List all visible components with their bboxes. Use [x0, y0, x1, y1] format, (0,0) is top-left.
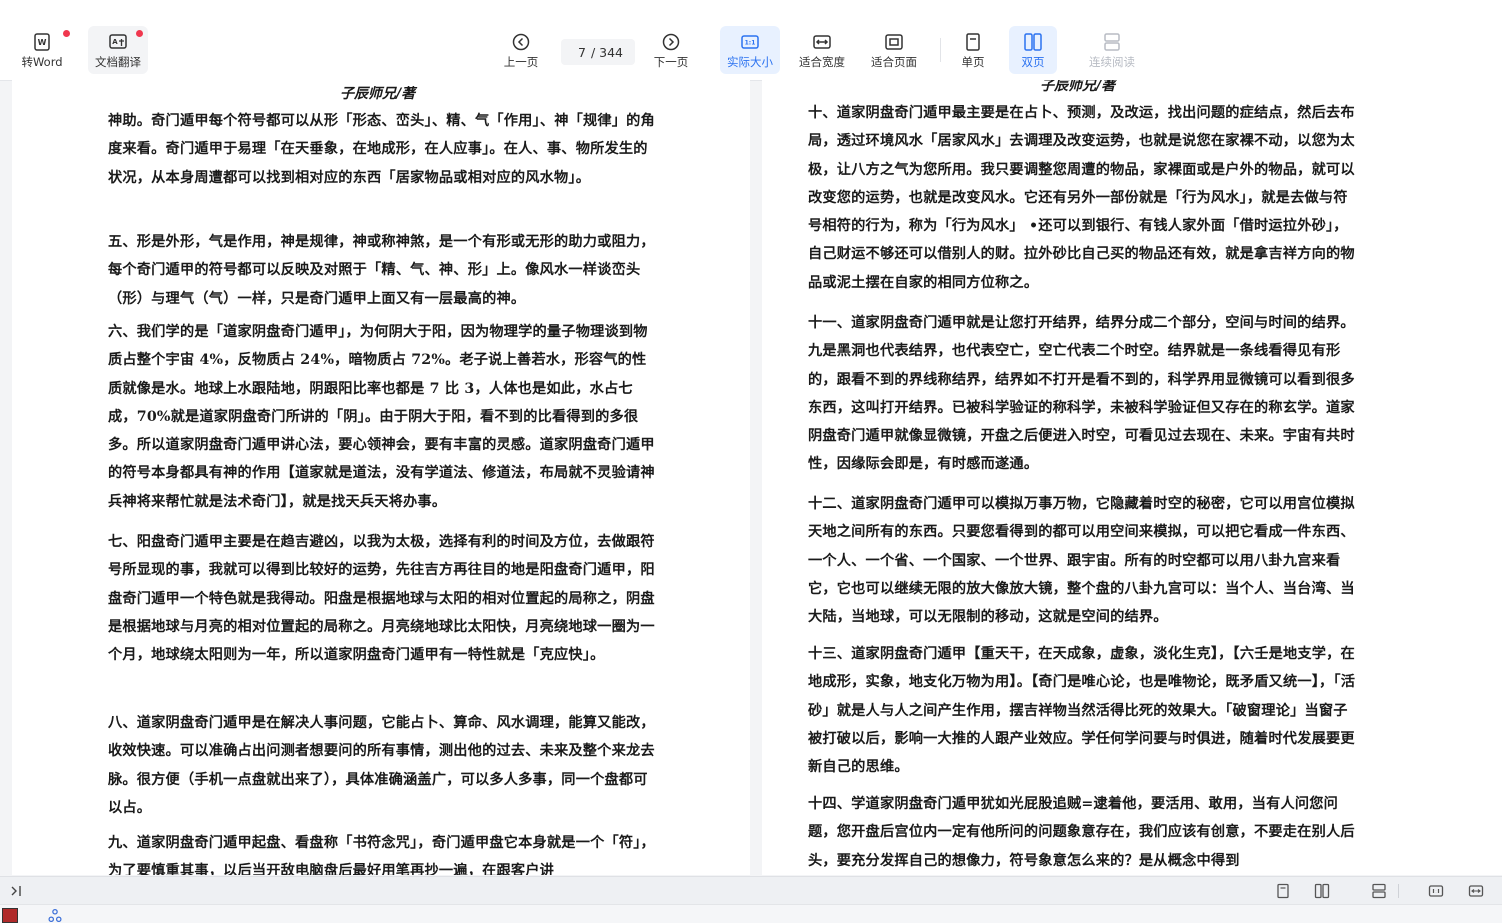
document-page-right: 子辰师兄/著 十、道家阴盘奇门遁甲最主要是在占卜、预测，及改运，找出问题的症结点…	[762, 80, 1502, 875]
single-page-button[interactable]: 单页	[950, 26, 996, 74]
app-icon[interactable]	[2, 908, 18, 923]
bottom-status-bar	[0, 876, 1502, 905]
fit-page-label: 适合页面	[871, 55, 917, 69]
continuous-reading-button[interactable]: 连续阅读	[1082, 26, 1142, 74]
double-page-button[interactable]: 双页	[1009, 26, 1057, 74]
paragraph: 十一、道家阴盘奇门遁甲就是让您打开结界，结界分成二个部分，空间与时间的结界。九是…	[808, 315, 1355, 473]
paragraph: 八、道家阴盘奇门遁甲是在解决人事问题，它能占卜、算命、风水调理，能算又能改，收效…	[108, 715, 655, 816]
document-page-left: 子辰师兄/著 神助。奇门遁甲每个符号都可以从形「形态、峦头」、精、气「作用」、神…	[12, 80, 750, 875]
taskbar-strip	[0, 904, 1502, 923]
page-header: 子辰师兄/著	[340, 86, 416, 102]
double-page-icon	[1024, 33, 1042, 51]
continuous-reading-icon[interactable]	[1371, 883, 1387, 899]
double-page-label: 双页	[1021, 55, 1045, 69]
double-page-icon[interactable]	[1314, 883, 1330, 899]
page-number-input[interactable]	[572, 44, 591, 60]
prev-page-label: 上一页	[503, 55, 539, 69]
paragraph: 五、形是外形，气是作用，神是规律，神或称神煞，是一个有形或无形的助力或阻力，每个…	[108, 234, 655, 307]
translate-icon: A	[109, 34, 127, 49]
next-page-button[interactable]: 下一页	[645, 26, 697, 74]
continuous-reading-label: 连续阅读	[1089, 55, 1135, 69]
translate-label: 文档翻译	[95, 55, 141, 69]
paragraph: 十、道家阴盘奇门遁甲最主要是在占卜、预测，及改运，找出问题的症结点，然后去布局，…	[808, 105, 1355, 291]
page-total: / 344	[590, 44, 624, 60]
actual-size-icon[interactable]	[1428, 883, 1444, 899]
fit-page-icon	[885, 34, 903, 50]
chevron-left-circle-icon	[512, 33, 530, 51]
word-icon: W	[34, 33, 50, 51]
chevron-right-circle-icon	[662, 33, 680, 51]
actual-size-button[interactable]: 1:1 实际大小	[720, 26, 780, 74]
actual-size-label: 实际大小	[727, 55, 773, 69]
paragraph: 十三、道家阴盘奇门遁甲【重天干，在天成象，虚象，淡化生克】，【六壬是地支学，在地…	[808, 646, 1356, 776]
next-page-label: 下一页	[653, 55, 689, 69]
toolbar-divider	[940, 38, 941, 62]
top-toolbar: W 转Word A 文档翻译 上一页 / 344 下一页 1:1 实际大小 适合…	[0, 0, 1502, 81]
network-icon[interactable]	[47, 908, 63, 923]
continuous-reading-icon	[1104, 33, 1120, 51]
svg-text:A: A	[112, 38, 118, 46]
fit-width-button[interactable]: 适合宽度	[792, 26, 852, 74]
single-page-icon	[966, 33, 980, 51]
paragraph: 九、道家阴盘奇门遁甲起盘、看盘称「书符念咒」，奇门遁甲盘它本身就是一个「符」，为…	[108, 835, 655, 875]
fit-page-button[interactable]: 适合页面	[864, 26, 924, 74]
page-header: 子辰师兄/著	[1040, 80, 1116, 94]
single-page-icon[interactable]	[1275, 883, 1291, 899]
prev-page-button[interactable]: 上一页	[495, 26, 547, 74]
paragraph: 神助。奇门遁甲每个符号都可以从形「形态、峦头」、精、气「作用」、神「规律」的角度…	[108, 113, 655, 186]
paragraph: 十四、学道家阴盘奇门遁甲犹如光屁股追贼=逮着他，要活用、敢用，当有人问您问题，您…	[808, 796, 1355, 869]
notification-dot	[63, 30, 70, 37]
fit-width-label: 适合宽度	[799, 55, 845, 69]
paragraph: 十二、道家阴盘奇门遁甲可以模拟万事万物，它隐藏着时空的秘密，它可以用宫位模拟天地…	[808, 496, 1355, 626]
notification-dot	[136, 30, 143, 37]
paragraph: 六、我们学的是「道家阴盘奇门遁甲」，为何阴大于阳，因为物理学的量子物理谈到物质占…	[108, 324, 655, 510]
svg-text:1:1: 1:1	[745, 40, 756, 47]
single-page-label: 单页	[961, 55, 985, 69]
page-indicator: / 344	[561, 39, 635, 65]
status-divider	[1398, 884, 1399, 898]
expand-sidebar-icon[interactable]	[8, 883, 24, 899]
fit-width-icon	[813, 35, 831, 49]
fit-width-icon[interactable]	[1468, 883, 1484, 899]
paragraph: 七、阳盘奇门遁甲主要是在趋吉避凶，以我为太极，选择有利的时间及方位，去做跟符号所…	[108, 534, 655, 664]
svg-text:W: W	[38, 38, 47, 47]
actual-size-icon: 1:1	[741, 35, 759, 49]
convert-to-word-label: 转Word	[21, 55, 63, 69]
